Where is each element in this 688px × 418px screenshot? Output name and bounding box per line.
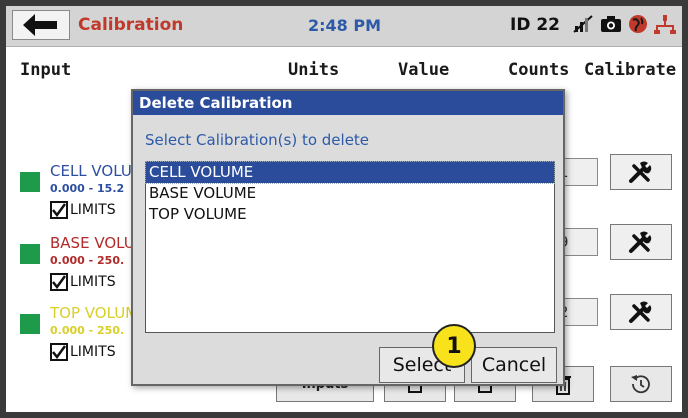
cancel-button[interactable]: Cancel [471, 347, 557, 383]
input-range: 0.000 - 250. [50, 254, 125, 267]
column-header-value: Value [398, 60, 450, 80]
back-arrow-icon [23, 14, 57, 36]
calibrate-button[interactable] [610, 224, 672, 260]
input-range: 0.000 - 15.2 [50, 182, 125, 195]
wrench-icon [629, 231, 652, 253]
page-title: Calibration [78, 15, 184, 35]
delete-calibration-dialog: Delete Calibration Select Calibration(s)… [131, 89, 565, 386]
device-id: ID 22 [510, 15, 561, 35]
camera-icon[interactable] [600, 15, 622, 33]
list-item[interactable]: BASE VOLUME [146, 183, 554, 204]
input-range: 0.000 - 250. [50, 324, 125, 337]
status-indicator [20, 314, 40, 334]
signal-icon [573, 15, 593, 33]
top-bar: Calibration 2:48 PM ID 22 [6, 6, 682, 47]
calibration-listbox[interactable]: CELL VOLUME BASE VOLUME TOP VOLUME [145, 161, 555, 333]
list-item[interactable]: TOP VOLUME [146, 204, 554, 225]
callout-number: 1 [446, 333, 462, 359]
checkmark-icon [52, 345, 66, 359]
column-header-counts: Counts [508, 60, 570, 80]
restore-button[interactable] [610, 366, 672, 402]
limits-label: LIMITS [70, 274, 116, 290]
wrench-icon [629, 161, 652, 183]
back-button[interactable] [12, 10, 70, 40]
dialog-prompt: Select Calibration(s) to delete [145, 131, 370, 149]
status-indicator [20, 244, 40, 264]
limits-label: LIMITS [70, 202, 116, 218]
restore-icon [631, 375, 650, 394]
column-header-input: Input [20, 60, 72, 80]
calibrate-button[interactable] [610, 154, 672, 190]
column-header-calibrate: Calibrate [584, 60, 677, 80]
network-icon[interactable] [654, 14, 676, 34]
wrench-icon [629, 301, 652, 323]
cancel-button-label: Cancel [481, 354, 547, 376]
input-name[interactable]: CELL VOLU [50, 162, 132, 180]
calibrate-button[interactable] [610, 294, 672, 330]
input-name[interactable]: BASE VOLU [50, 234, 135, 252]
globe-icon[interactable] [628, 14, 648, 34]
dialog-title: Delete Calibration [133, 91, 563, 115]
checkmark-icon [52, 275, 66, 289]
step-callout-marker: 1 [432, 324, 476, 368]
limits-checkbox-row[interactable]: LIMITS [50, 201, 116, 219]
limits-checkbox[interactable] [50, 273, 68, 291]
status-indicator [20, 172, 40, 192]
limits-checkbox[interactable] [50, 201, 68, 219]
calibration-screen: Calibration 2:48 PM ID 22 Input Units Va… [6, 6, 682, 412]
clock: 2:48 PM [308, 16, 382, 35]
status-icons [572, 14, 676, 34]
input-name[interactable]: TOP VOLUM [50, 304, 138, 322]
limits-checkbox-row[interactable]: LIMITS [50, 273, 116, 291]
checkmark-icon [52, 203, 66, 217]
limits-checkbox-row[interactable]: LIMITS [50, 343, 116, 361]
limits-checkbox[interactable] [50, 343, 68, 361]
column-header-units: Units [288, 60, 340, 80]
list-item[interactable]: CELL VOLUME [145, 161, 555, 184]
limits-label: LIMITS [70, 344, 116, 360]
